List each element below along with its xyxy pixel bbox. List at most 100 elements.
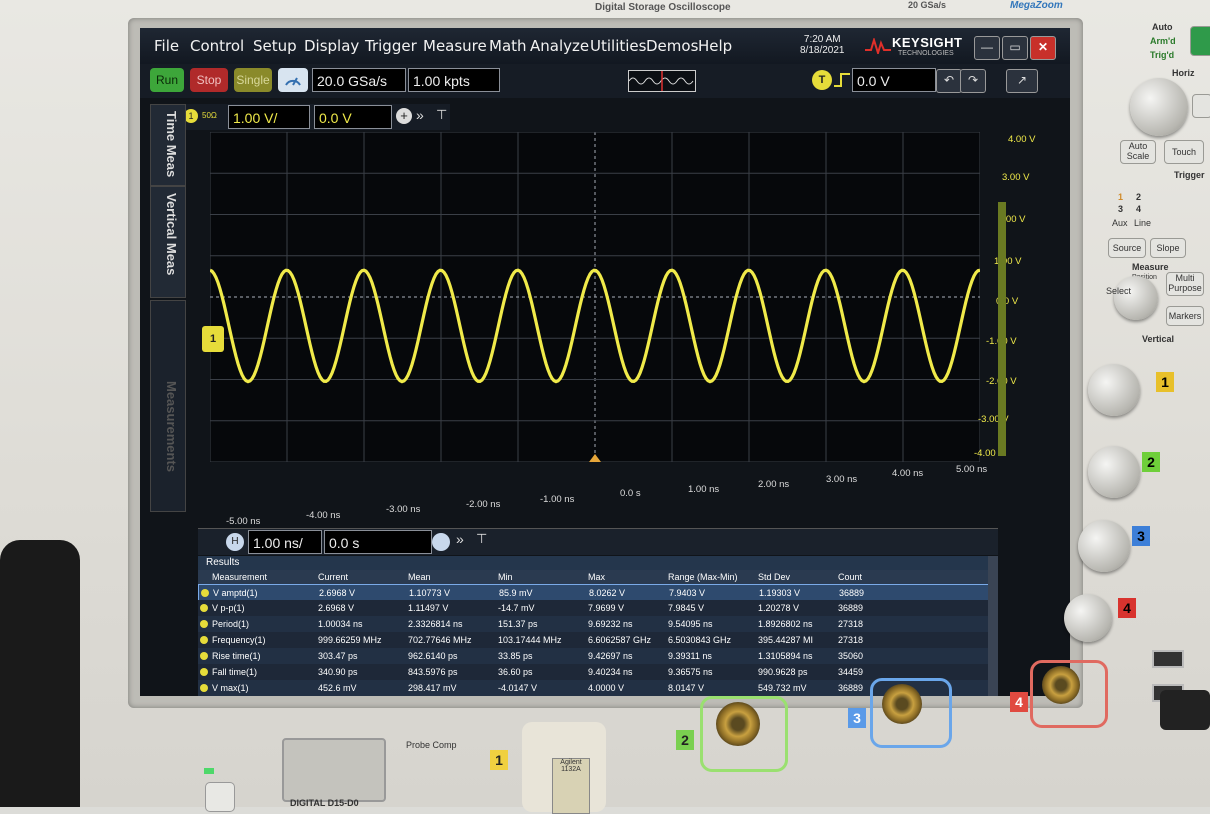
results-title: Results [206, 557, 240, 568]
timebase-pin-icon[interactable]: ⊤ [476, 531, 487, 547]
input-3-connector[interactable] [882, 684, 922, 724]
keysight-logo: KEYSIGHT [892, 35, 963, 50]
results-cell: Period(1) [212, 619, 250, 629]
input-2-connector[interactable] [716, 702, 760, 746]
menu-utilities[interactable]: Utilities [590, 37, 646, 55]
menu-analyze[interactable]: Analyze [530, 37, 589, 55]
results-col-header: Current [318, 572, 349, 582]
menu-trigger[interactable]: Trigger [365, 37, 417, 55]
horizontal-icon[interactable]: H [226, 533, 244, 551]
add-channel-icon[interactable]: + [396, 108, 412, 124]
channel-2-key[interactable]: 2 [1142, 452, 1160, 472]
channel-3-scale-knob[interactable] [1078, 520, 1130, 572]
source-key[interactable]: Source [1108, 238, 1146, 258]
tab-time-meas[interactable]: Time Meas [150, 104, 186, 186]
channel-1-dot [200, 604, 208, 612]
trigger-time-marker[interactable] [589, 454, 601, 462]
close-button[interactable]: ✕ [1030, 36, 1056, 60]
menu-setup[interactable]: Setup [253, 37, 297, 55]
input-3-label: 3 [848, 708, 866, 728]
menu-demos[interactable]: Demos [646, 37, 698, 55]
slope-key[interactable]: Slope [1150, 238, 1186, 258]
time-label-m2: -2.00 ns [466, 499, 501, 510]
trigger-level-field[interactable]: 0.0 V [852, 68, 936, 92]
channel-2-scale-knob[interactable] [1088, 446, 1140, 498]
timebase-chevrons-icon[interactable]: » [456, 531, 464, 547]
minimize-button[interactable]: — [974, 36, 1000, 60]
markers-key[interactable]: Markers [1166, 306, 1204, 326]
channel-3-key[interactable]: 3 [1132, 526, 1150, 546]
trigger-ch-4: 4 [1136, 204, 1142, 214]
waveform-overview[interactable] [628, 70, 696, 92]
horiz-key[interactable] [1192, 94, 1210, 118]
power-button[interactable] [205, 782, 235, 812]
single-button[interactable]: Single [234, 68, 272, 92]
channel-4-key[interactable]: 4 [1118, 598, 1136, 618]
results-cell: 27318 [838, 619, 864, 629]
menu-measure[interactable]: Measure [423, 37, 487, 55]
expand-chevrons-icon[interactable]: » [416, 107, 424, 123]
multi-purpose-key[interactable]: Multi Purpose [1166, 272, 1204, 296]
touch-key[interactable]: Touch [1164, 140, 1204, 164]
results-cell: -4.0147 V [498, 683, 538, 693]
results-col-header: Min [498, 572, 513, 582]
trigger-badge[interactable]: T [812, 70, 832, 90]
waveform-graticule[interactable] [209, 131, 981, 463]
trigger-aux: Aux [1112, 218, 1128, 228]
menu-math[interactable]: Math [489, 37, 527, 55]
channel-1-scale-knob[interactable] [1088, 364, 1140, 416]
usb-port-1[interactable] [1152, 650, 1184, 668]
results-row[interactable]: Fall time(1) 340.90 ps 843.5976 ps 36.60 ps… [198, 664, 988, 680]
results-row[interactable]: Period(1) 1.00034 ns 2.3326814 ns 151.37 ps… [198, 616, 988, 632]
sample-rate-field[interactable]: 20.0 GSa/s [312, 68, 406, 92]
results-cell: 1.19303 V [759, 588, 801, 598]
input-1-label: 1 [490, 750, 508, 770]
maximize-button[interactable]: ▭ [1002, 36, 1028, 60]
horizontal-scale-knob[interactable] [1130, 78, 1188, 136]
auto-scale-key[interactable]: Auto Scale [1120, 140, 1156, 164]
channel-1-badge[interactable]: 1 [184, 109, 198, 123]
stop-button[interactable]: Stop [190, 68, 228, 92]
results-row[interactable]: V p-p(1) 2.6968 V 1.11497 V -14.7 mV 7.9699 … [198, 600, 988, 616]
results-cell: 9.40234 ns [588, 667, 633, 677]
results-scrollbar[interactable] [988, 556, 998, 696]
channel-1-key[interactable]: 1 [1156, 372, 1174, 392]
pin-icon[interactable]: ⊤ [436, 107, 447, 123]
channel-1-dot [201, 589, 209, 597]
results-cell: 1.11497 V [408, 603, 449, 613]
channel-4-scale-knob[interactable] [1064, 594, 1112, 642]
redo-icon[interactable]: ↷ [960, 69, 986, 93]
results-cell: 340.90 ps [318, 667, 358, 677]
channel-1-ground-marker[interactable]: 1 [202, 326, 224, 352]
channel-impedance: 50Ω [202, 111, 217, 120]
tab-measurements[interactable]: Measurements [150, 300, 186, 512]
channel-scale-field[interactable]: 1.00 V/ [228, 105, 310, 129]
results-header-row: Measurement Current Mean Min Max Range (Max-M… [198, 570, 988, 584]
select-knob[interactable] [1114, 276, 1158, 320]
memory-depth-field[interactable]: 1.00 kpts [408, 68, 500, 92]
menu-control[interactable]: Control [190, 37, 244, 55]
results-cell: 2.3326814 ns [408, 619, 463, 629]
tab-vertical-meas[interactable]: Vertical Meas [150, 186, 186, 298]
timebase-delay-field[interactable]: 0.0 s [324, 530, 432, 554]
label-trigd: Trig'd [1150, 50, 1175, 60]
speed-icon[interactable] [278, 68, 308, 92]
clock-time: 7:20 AM [803, 34, 841, 45]
run-button[interactable]: Run [150, 68, 184, 92]
results-cell: 990.9628 ps [758, 667, 808, 677]
timebase-scale-field[interactable]: 1.00 ns/ [248, 530, 322, 554]
channel-offset-field[interactable]: 0.0 V [314, 105, 392, 129]
run-stop-key[interactable] [1190, 26, 1210, 56]
undo-icon[interactable]: ↶ [936, 69, 962, 93]
zoom-icon[interactable] [432, 533, 450, 551]
menu-file[interactable]: File [154, 37, 179, 55]
input-4-connector[interactable] [1042, 666, 1080, 704]
results-row[interactable]: Frequency(1) 999.66259 MHz 702.77646 MHz 10… [198, 632, 988, 648]
menu-display[interactable]: Display [304, 37, 359, 55]
menu-help[interactable]: Help [698, 37, 732, 55]
results-row[interactable]: Rise time(1) 303.47 ps 962.6140 ps 33.85 ps… [198, 648, 988, 664]
auto-scale-icon[interactable]: ↗ [1006, 69, 1038, 93]
results-col-header: Measurement [212, 572, 268, 582]
label-horiz: Horiz [1172, 68, 1195, 78]
time-label-m1: -1.00 ns [540, 494, 575, 505]
